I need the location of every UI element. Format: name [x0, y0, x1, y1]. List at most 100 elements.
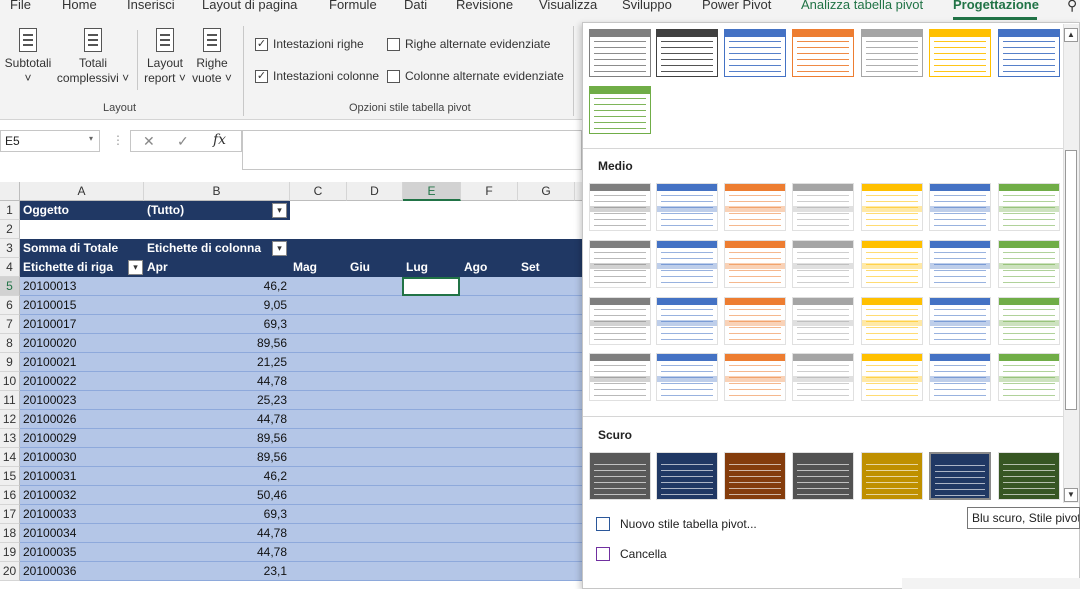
medium-style-thumb[interactable] — [998, 240, 1060, 288]
value-cell[interactable]: 44,78 — [144, 372, 290, 391]
medium-style-thumb[interactable] — [861, 183, 923, 231]
scroll-thumb[interactable] — [1065, 150, 1077, 410]
column-header[interactable]: F — [461, 182, 518, 201]
medium-style-thumb[interactable] — [724, 353, 786, 401]
medium-style-thumb[interactable] — [589, 183, 651, 231]
medium-style-thumb[interactable] — [724, 240, 786, 288]
row-label-cell[interactable]: 20100030 — [20, 448, 144, 467]
medium-style-thumb[interactable] — [929, 183, 991, 231]
tab-pivot-analyze[interactable]: Analizza tabella pivot — [801, 0, 923, 12]
new-pivot-style-button[interactable]: Nuovo stile tabella pivot... — [596, 517, 757, 531]
light-style-thumb[interactable] — [656, 29, 718, 77]
light-style-thumb[interactable] — [792, 29, 854, 77]
light-style-thumb[interactable] — [589, 86, 651, 134]
medium-style-thumb[interactable] — [792, 353, 854, 401]
empty-value-cells[interactable] — [290, 410, 583, 429]
value-cell[interactable]: 23,1 — [144, 562, 290, 581]
tab-data[interactable]: Dati — [404, 0, 427, 12]
value-cell[interactable]: 69,3 — [144, 315, 290, 334]
row-header[interactable]: 20 — [0, 562, 20, 581]
row-headers-check[interactable]: ✓ — [255, 37, 268, 51]
row-header[interactable]: 15 — [0, 467, 20, 486]
row-label-cell[interactable]: 20100023 — [20, 391, 144, 410]
value-cell[interactable]: 44,78 — [144, 524, 290, 543]
tab-power-pivot[interactable]: Power Pivot — [702, 0, 771, 12]
row-header[interactable]: 13 — [0, 429, 20, 448]
select-all-button[interactable] — [0, 182, 20, 201]
row-header[interactable]: 6 — [0, 296, 20, 315]
filter-dropdown-button[interactable]: ▾ — [272, 203, 287, 218]
tab-insert[interactable]: Inserisci — [127, 0, 175, 12]
empty-value-cells[interactable] — [290, 315, 583, 334]
column-headers-checkbox[interactable]: ✓ Intestazioni colonne — [255, 69, 379, 83]
value-cell[interactable]: 44,78 — [144, 543, 290, 562]
medium-style-thumb[interactable] — [861, 240, 923, 288]
column-header[interactable]: G — [518, 182, 575, 201]
clear-style-button[interactable]: Cancella — [596, 547, 667, 561]
empty-value-cells[interactable] — [290, 334, 583, 353]
medium-style-thumb[interactable] — [656, 297, 718, 345]
row-label-cell[interactable]: 20100031 — [20, 467, 144, 486]
row-label-cell[interactable]: 20100029 — [20, 429, 144, 448]
row-label-cell[interactable]: 20100021 — [20, 353, 144, 372]
empty-value-cells[interactable] — [290, 391, 583, 410]
blank-rows-button[interactable]: Righe vuote ˅ — [190, 28, 234, 86]
row-label-cell[interactable]: 20100015 — [20, 296, 144, 315]
row-header[interactable]: 5 — [0, 277, 20, 296]
dark-style-thumb[interactable] — [656, 452, 718, 500]
column-header[interactable]: B — [144, 182, 290, 201]
value-cell[interactable]: 89,56 — [144, 334, 290, 353]
row-header[interactable]: 17 — [0, 505, 20, 524]
subtotals-button[interactable]: Subtotali ˅ — [4, 28, 52, 86]
dark-style-thumb[interactable] — [861, 452, 923, 500]
medium-style-thumb[interactable] — [724, 183, 786, 231]
banded-columns-checkbox[interactable]: Colonne alternate evidenziate — [387, 69, 564, 83]
column-header[interactable]: C — [290, 182, 347, 201]
grand-totals-button[interactable]: Totali complessivi ˅ — [54, 28, 132, 86]
light-style-thumb[interactable] — [724, 29, 786, 77]
value-cell[interactable]: 46,2 — [144, 277, 290, 296]
empty-value-cells[interactable] — [290, 372, 583, 391]
medium-style-thumb[interactable] — [998, 297, 1060, 345]
medium-style-thumb[interactable] — [998, 183, 1060, 231]
medium-style-thumb[interactable] — [861, 353, 923, 401]
name-box[interactable]: E5 ▾ — [0, 130, 100, 152]
empty-value-cells[interactable] — [290, 467, 583, 486]
row-header[interactable]: 18 — [0, 524, 20, 543]
value-cell[interactable]: 46,2 — [144, 467, 290, 486]
row-header[interactable]: 7 — [0, 315, 20, 334]
row-label-cell[interactable]: 20100022 — [20, 372, 144, 391]
row-labels-dropdown-button[interactable]: ▾ — [128, 260, 143, 275]
medium-style-thumb[interactable] — [929, 240, 991, 288]
dark-style-thumb[interactable] — [589, 452, 651, 500]
row-label-cell[interactable]: 20100035 — [20, 543, 144, 562]
medium-style-thumb[interactable] — [656, 353, 718, 401]
value-cell[interactable]: 50,46 — [144, 486, 290, 505]
dark-style-thumb[interactable] — [792, 452, 854, 500]
row-header[interactable]: 4 — [0, 258, 20, 277]
formula-input[interactable] — [242, 130, 582, 170]
value-cell[interactable]: 69,3 — [144, 505, 290, 524]
medium-style-thumb[interactable] — [589, 240, 651, 288]
tab-formulas[interactable]: Formule — [329, 0, 377, 12]
medium-style-thumb[interactable] — [861, 297, 923, 345]
value-cell[interactable]: 21,25 — [144, 353, 290, 372]
row-label-cell[interactable]: 20100032 — [20, 486, 144, 505]
insert-function-icon[interactable]: fx — [213, 132, 226, 148]
medium-style-thumb[interactable] — [998, 353, 1060, 401]
empty-value-cells[interactable] — [290, 505, 583, 524]
light-style-thumb[interactable] — [861, 29, 923, 77]
tab-design[interactable]: Progettazione — [953, 0, 1039, 12]
enter-icon[interactable]: ✓ — [177, 133, 189, 150]
value-cell[interactable]: 25,23 — [144, 391, 290, 410]
empty-value-cells[interactable] — [290, 429, 583, 448]
search-icon[interactable]: ⚲ — [1067, 0, 1077, 14]
active-cell-E5[interactable] — [402, 277, 460, 296]
row-header[interactable]: 11 — [0, 391, 20, 410]
light-style-thumb[interactable] — [998, 29, 1060, 77]
dark-style-thumb[interactable] — [929, 452, 991, 500]
column-header[interactable]: D — [347, 182, 403, 201]
row-header[interactable]: 12 — [0, 410, 20, 429]
tab-review[interactable]: Revisione — [456, 0, 513, 12]
value-cell[interactable]: 89,56 — [144, 448, 290, 467]
